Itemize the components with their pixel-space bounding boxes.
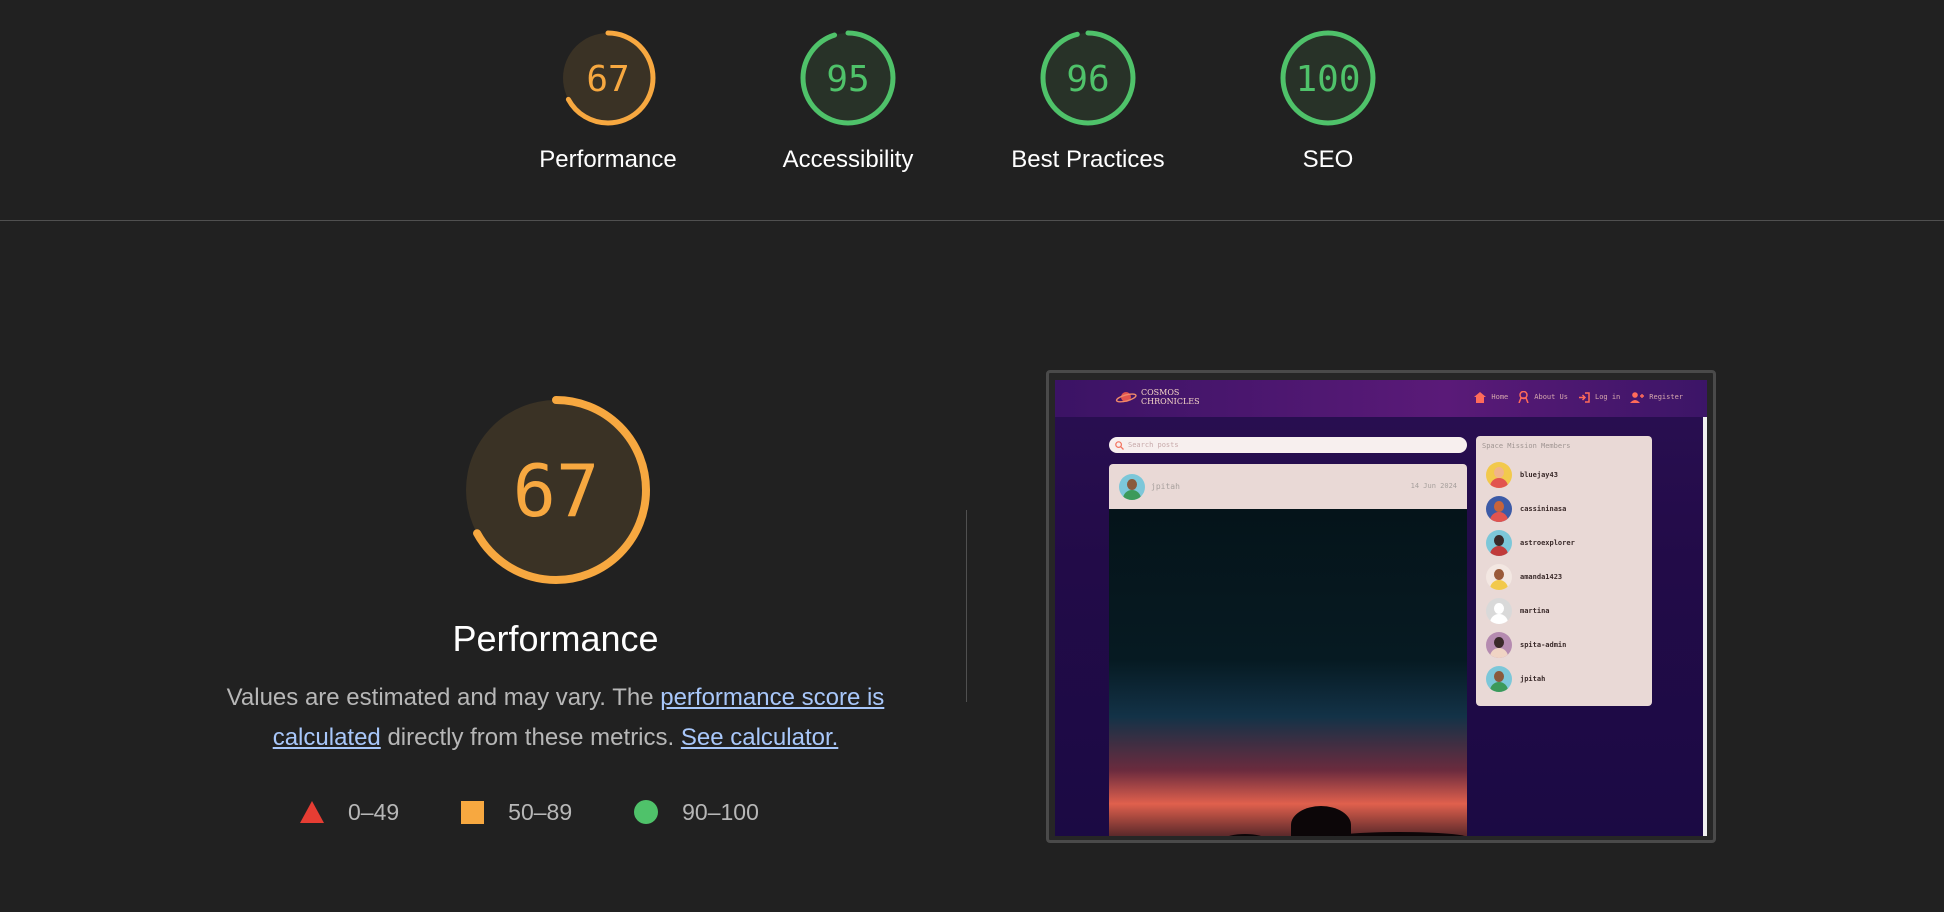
legend-fail: 0–49: [300, 799, 399, 826]
member-item: cassininasa: [1486, 496, 1566, 522]
category-scores-header: 67 Performance 95 Accessibility 96 Best …: [0, 0, 1944, 221]
post-image-night-sky: [1109, 509, 1467, 836]
login-icon: [1578, 391, 1590, 403]
legend-pass-label: 90–100: [682, 798, 759, 825]
gauge-best-practices-label: Best Practices: [1011, 146, 1165, 173]
nav-register: Register: [1630, 391, 1683, 403]
gauge-seo-score: 100: [1295, 59, 1360, 100]
nav-login-label: Log in: [1594, 393, 1621, 401]
score-legend: 0–49 50–89 90–100: [300, 796, 821, 828]
screenshot-page: COSMOS CHRONICLES Home About Us Log in R…: [1055, 380, 1707, 836]
gauge-best-practices-score: 96: [1066, 59, 1109, 100]
gauge-accessibility-label: Accessibility: [782, 146, 914, 173]
logo-line-1: COSMOS: [1141, 388, 1180, 397]
nav-about-label: About Us: [1534, 393, 1568, 401]
gauge-accessibility-ring: 95: [800, 30, 896, 126]
performance-score: 67: [512, 449, 599, 533]
legend-average: 50–89: [461, 799, 572, 826]
site-navbar: COSMOS CHRONICLES Home About Us Log in R…: [1055, 380, 1707, 417]
performance-title: Performance: [452, 618, 659, 659]
avatar: [1119, 473, 1145, 500]
avatar: [1486, 496, 1512, 522]
nav-register-label: Register: [1649, 393, 1683, 401]
avatar: [1486, 598, 1512, 624]
avatar: [1486, 462, 1512, 488]
average-square-icon: [461, 800, 485, 824]
member-name: martina: [1520, 607, 1550, 615]
gauge-best-practices[interactable]: 96 Best Practices: [988, 28, 1188, 174]
member-item: amanda1423: [1486, 564, 1562, 590]
member-name: astroexplorer: [1520, 539, 1575, 547]
members-panel: Space Mission Members bluejay43 cassinin…: [1476, 436, 1652, 706]
nav-login: Log in: [1578, 391, 1621, 403]
performance-section: 67 Performance Values are estimated and …: [200, 390, 911, 758]
member-item: spita-admin: [1486, 632, 1566, 658]
gauge-accessibility-score: 95: [826, 59, 869, 100]
avatar: [1486, 530, 1512, 556]
member-item: martina: [1486, 598, 1550, 624]
member-name: bluejay43: [1520, 471, 1558, 479]
final-screenshot[interactable]: COSMOS CHRONICLES Home About Us Log in R…: [1046, 370, 1716, 843]
gauge-seo-ring: 100: [1280, 30, 1376, 126]
performance-gauge: 67: [461, 396, 650, 584]
gauge-seo-label: SEO: [1302, 146, 1354, 173]
pass-circle-icon: [634, 800, 659, 824]
nav-home-label: Home: [1491, 393, 1509, 401]
member-item: astroexplorer: [1486, 530, 1575, 556]
post-card: jpitah 14 Jun 2024: [1109, 464, 1467, 836]
search-input: Search posts: [1109, 437, 1467, 453]
gauge-seo[interactable]: 100 SEO: [1228, 28, 1428, 174]
member-name: spita-admin: [1520, 641, 1567, 649]
gauge-performance-ring: 67: [560, 30, 656, 126]
member-name: amanda1423: [1520, 573, 1563, 581]
fail-triangle-icon: [300, 801, 324, 823]
post-date: 14 Jun 2024: [1410, 482, 1457, 490]
astronaut-icon: [1518, 391, 1529, 403]
search-placeholder: Search posts: [1128, 441, 1179, 449]
gauge-best-practices-ring: 96: [1040, 30, 1136, 126]
post-author: jpitah: [1151, 482, 1180, 491]
scrollbar: [1703, 417, 1707, 836]
nav-about: About Us: [1518, 391, 1568, 403]
vertical-divider: [966, 510, 967, 702]
legend-pass: 90–100: [634, 799, 759, 826]
performance-description: Values are estimated and may vary. The p…: [200, 678, 911, 758]
members-title: Space Mission Members: [1482, 442, 1571, 450]
search-icon: [1115, 440, 1124, 450]
description-text: Values are estimated and may vary. The: [226, 684, 661, 711]
avatar: [1486, 632, 1512, 658]
member-item: bluejay43: [1486, 462, 1558, 488]
member-item: jpitah: [1486, 666, 1545, 692]
member-name: jpitah: [1520, 675, 1546, 683]
gauge-performance-label: Performance: [539, 146, 677, 173]
legend-fail-label: 0–49: [348, 798, 400, 825]
gauge-performance[interactable]: 67 Performance: [508, 28, 708, 174]
planet-logo-icon: [1115, 392, 1137, 403]
avatar: [1486, 666, 1512, 692]
description-text-2: directly from these metrics.: [380, 724, 681, 751]
nav-home: Home: [1474, 391, 1509, 403]
gauge-performance-score: 67: [586, 59, 629, 100]
gauge-accessibility[interactable]: 95 Accessibility: [748, 28, 948, 174]
post-header: jpitah 14 Jun 2024: [1109, 464, 1467, 509]
avatar: [1486, 564, 1512, 590]
logo-line-2: CHRONICLES: [1141, 397, 1200, 406]
site-nav-links: Home About Us Log in Register: [1464, 391, 1683, 403]
legend-average-label: 50–89: [508, 798, 573, 825]
home-icon: [1474, 391, 1487, 403]
member-name: cassininasa: [1520, 505, 1567, 513]
site-logo: COSMOS CHRONICLES: [1115, 388, 1200, 406]
add-user-icon: [1630, 391, 1645, 403]
see-calculator-link[interactable]: See calculator.: [681, 724, 838, 751]
